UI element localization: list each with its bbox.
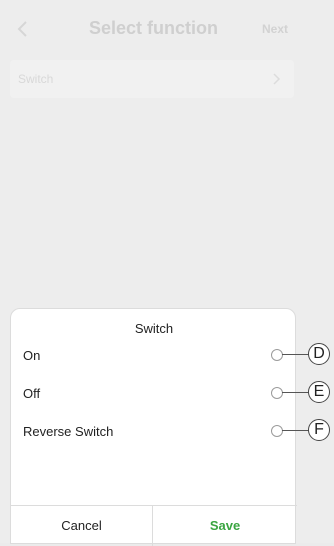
radio-off[interactable] (271, 387, 283, 399)
list-item-switch[interactable]: Switch (10, 60, 294, 98)
header: Select function Next (0, 0, 334, 58)
sheet-title: Switch (134, 321, 174, 336)
chevron-right-icon (273, 73, 281, 85)
list-item-label: Switch (18, 72, 54, 86)
sheet-footer: Cancel Save (11, 505, 297, 546)
callout-d: D (308, 343, 330, 365)
next-button[interactable]: Next (262, 22, 288, 36)
option-reverse-switch[interactable]: Reverse Switch (11, 420, 297, 444)
option-off[interactable]: Off (11, 382, 297, 406)
callout-line-d (282, 354, 310, 355)
option-label: Off (23, 386, 41, 401)
option-label: On (23, 348, 41, 363)
option-on[interactable]: On (11, 344, 297, 368)
option-label: Reverse Switch (23, 424, 114, 439)
radio-reverse-switch[interactable] (271, 425, 283, 437)
callout-f: F (308, 419, 330, 441)
radio-on[interactable] (271, 349, 283, 361)
save-button[interactable]: Save (153, 506, 297, 546)
function-sheet: Switch On Off Reverse Switch Cancel Save (10, 308, 297, 546)
callout-line-f (282, 430, 310, 431)
cancel-button[interactable]: Cancel (11, 506, 153, 546)
page-title: Select function (88, 18, 218, 38)
callout-e: E (308, 381, 330, 403)
callout-line-e (282, 392, 310, 393)
